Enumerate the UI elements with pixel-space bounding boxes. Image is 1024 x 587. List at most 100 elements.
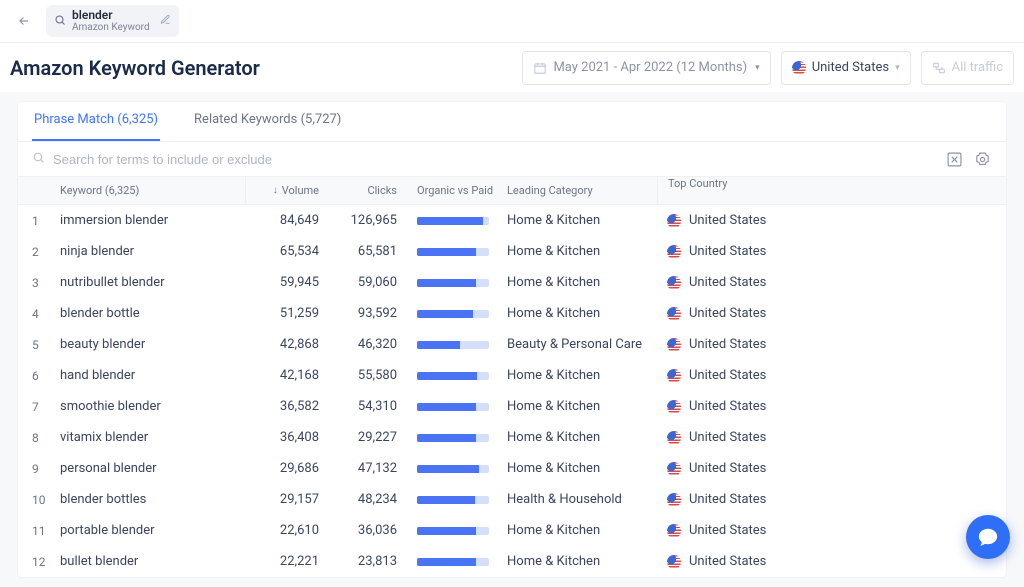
table-row[interactable]: 6hand blender42,16855,580Home & KitchenU… — [18, 360, 1006, 391]
cell-clicks: 54,310 — [333, 399, 407, 414]
cell-keyword: beauty blender — [60, 337, 245, 352]
tab-phrase-match[interactable]: Phrase Match (6,325) — [32, 102, 160, 141]
country-label: United States — [812, 60, 889, 75]
cell-category: Beauty & Personal Care — [507, 337, 657, 352]
table-row[interactable]: 11portable blender22,61036,036Home & Kit… — [18, 515, 1006, 546]
us-flag-icon — [667, 369, 681, 383]
cell-clicks: 29,227 — [333, 430, 407, 445]
cell-category: Home & Kitchen — [507, 275, 657, 290]
cell-organic-paid — [407, 372, 507, 380]
cell-top-country: United States — [657, 523, 797, 538]
cell-category: Home & Kitchen — [507, 244, 657, 259]
cell-top-country: United States — [657, 492, 797, 507]
row-index: 9 — [18, 462, 60, 476]
date-range-select[interactable]: May 2021 - Apr 2022 (12 Months) ▾ — [522, 51, 770, 85]
cell-clicks: 47,132 — [333, 461, 407, 476]
cell-clicks: 65,581 — [333, 244, 407, 259]
cell-category: Health & Household — [507, 492, 657, 507]
row-index: 10 — [18, 493, 60, 507]
us-flag-icon — [667, 276, 681, 290]
col-leading-cat[interactable]: Leading Category — [507, 184, 657, 197]
row-index: 7 — [18, 400, 60, 414]
table-body: 1immersion blender84,649126,965 Home & Ki… — [18, 205, 1006, 577]
cell-volume: 36,582 — [245, 399, 333, 414]
cell-organic-paid — [407, 217, 507, 225]
search-subterm: Amazon Keyword — [72, 22, 150, 33]
cell-volume: 65,534 — [245, 244, 333, 259]
search-term: blender — [72, 9, 150, 22]
cell-volume: 51,259 — [245, 306, 333, 321]
chevron-down-icon: ▾ — [895, 63, 900, 73]
table-header: Keyword (6,325) ↓ Volume Clicks Organic … — [18, 177, 1006, 205]
cell-top-country: United States — [657, 337, 797, 352]
table-row[interactable]: 10blender bottles29,15748,234Health & Ho… — [18, 484, 1006, 515]
cell-volume: 84,649 — [245, 213, 333, 228]
col-top-country[interactable]: Top Country — [657, 177, 797, 204]
cell-clicks: 59,060 — [333, 275, 407, 290]
tab-related-keywords[interactable]: Related Keywords (5,727) — [192, 102, 343, 141]
search-icon — [54, 14, 66, 29]
table-row[interactable]: 3nutribullet blender59,94559,060Home & K… — [18, 267, 1006, 298]
cell-organic-paid — [407, 341, 507, 349]
country-select[interactable]: United States ▾ — [781, 51, 911, 85]
cell-keyword: blender bottles — [60, 492, 245, 507]
calendar-icon — [533, 61, 547, 75]
us-flag-icon — [667, 555, 681, 569]
top-bar: blender Amazon Keyword — [0, 0, 1024, 42]
us-flag-icon — [667, 214, 681, 228]
us-flag-icon — [667, 493, 681, 507]
row-index: 1 — [18, 214, 60, 228]
cell-clicks: 46,320 — [333, 337, 407, 352]
cell-category: Home & Kitchen — [507, 461, 657, 476]
cell-top-country: United States — [657, 399, 797, 414]
back-button[interactable] — [10, 7, 38, 35]
filter-input[interactable] — [53, 152, 936, 167]
cell-keyword: blender bottle — [60, 306, 245, 321]
cell-top-country: United States — [657, 368, 797, 383]
table-row[interactable]: 4blender bottle51,25993,592Home & Kitche… — [18, 298, 1006, 329]
edit-icon[interactable] — [160, 14, 171, 28]
table-row[interactable]: 1immersion blender84,649126,965Home & Ki… — [18, 205, 1006, 236]
us-flag-icon — [667, 431, 681, 445]
cell-volume: 22,610 — [245, 523, 333, 538]
table-row[interactable]: 8vitamix blender36,40829,227Home & Kitch… — [18, 422, 1006, 453]
cell-top-country: United States — [657, 430, 797, 445]
export-excel-button[interactable] — [944, 150, 964, 168]
row-index: 4 — [18, 307, 60, 321]
col-clicks[interactable]: Clicks — [333, 184, 407, 197]
date-range-label: May 2021 - Apr 2022 (12 Months) — [553, 60, 747, 75]
keyword-card: Phrase Match (6,325) Related Keywords (5… — [18, 102, 1006, 577]
cell-organic-paid — [407, 434, 507, 442]
cell-keyword: portable blender — [60, 523, 245, 538]
settings-button[interactable] — [972, 150, 992, 168]
search-keyword-pill[interactable]: blender Amazon Keyword — [46, 5, 179, 37]
cell-keyword: vitamix blender — [60, 430, 245, 445]
cell-volume: 29,686 — [245, 461, 333, 476]
col-volume[interactable]: ↓ Volume — [245, 177, 333, 204]
cell-keyword: immersion blender — [60, 213, 245, 228]
page-header: Amazon Keyword Generator May 2021 - Apr … — [0, 42, 1024, 92]
cell-keyword: nutribullet blender — [60, 275, 245, 290]
us-flag-icon — [667, 524, 681, 538]
search-icon — [32, 151, 45, 168]
cell-top-country: United States — [657, 213, 797, 228]
table-row[interactable]: 5beauty blender42,86846,320Beauty & Pers… — [18, 329, 1006, 360]
table-row[interactable]: 7smoothie blender36,58254,310Home & Kitc… — [18, 391, 1006, 422]
col-organic-paid[interactable]: Organic vs Paid — [407, 184, 507, 197]
cell-keyword: smoothie blender — [60, 399, 245, 414]
table-row[interactable]: 9personal blender29,68647,132Home & Kitc… — [18, 453, 1006, 484]
us-flag-icon — [667, 400, 681, 414]
chat-button[interactable] — [966, 515, 1010, 559]
cell-top-country: United States — [657, 275, 797, 290]
cell-clicks: 126,965 — [333, 213, 407, 228]
cell-organic-paid — [407, 248, 507, 256]
cell-organic-paid — [407, 527, 507, 535]
chevron-down-icon: ▾ — [755, 63, 760, 73]
table-row[interactable]: 12bullet blender22,22123,813Home & Kitch… — [18, 546, 1006, 577]
table-row[interactable]: 2ninja blender65,53465,581Home & Kitchen… — [18, 236, 1006, 267]
col-keyword[interactable]: Keyword (6,325) — [60, 184, 245, 197]
traffic-select[interactable]: All traffic — [921, 51, 1014, 85]
traffic-label: All traffic — [952, 60, 1003, 75]
cell-category: Home & Kitchen — [507, 368, 657, 383]
row-index: 5 — [18, 338, 60, 352]
